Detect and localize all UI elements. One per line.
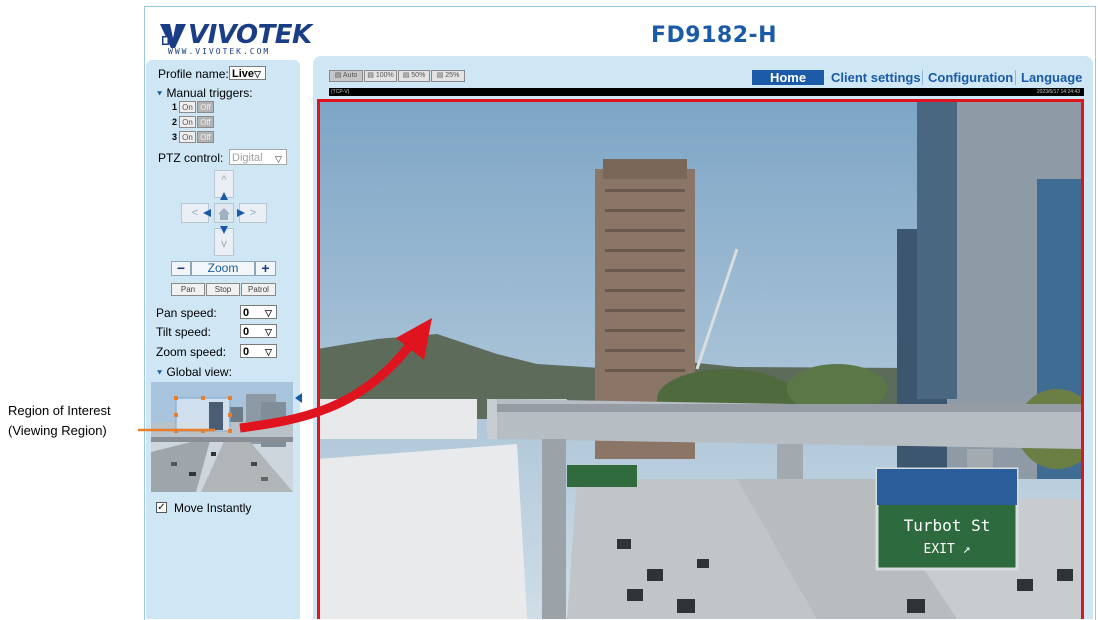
collapse-arrow-icon: ⯆: [156, 368, 164, 378]
pan-button[interactable]: Pan: [171, 283, 205, 296]
patrol-button[interactable]: Patrol: [241, 283, 276, 296]
pan-speed-select[interactable]: 0 ▽: [240, 305, 277, 319]
control-sidebar: [146, 60, 300, 619]
home-position-button[interactable]: [214, 203, 234, 223]
global-view-toggle[interactable]: ⯆ Global view:: [156, 365, 232, 379]
annotation-line-2: (Viewing Region): [8, 423, 107, 438]
camera-model-title: FD9182-H: [651, 23, 778, 48]
view-size-auto-tab[interactable]: ▤ Auto: [329, 70, 363, 82]
tilt-down-button[interactable]: v: [214, 228, 234, 256]
timestamp: 2023/6/17 14:24:43: [1036, 89, 1080, 95]
trigger-1-off-button[interactable]: Off: [197, 101, 214, 113]
tilt-speed-value: 0: [243, 326, 250, 338]
nav-separator: [922, 70, 923, 85]
film-icon: ▤: [436, 72, 444, 79]
road-sign-exit: EXIT ↗: [924, 542, 971, 557]
pan-speed-label: Pan speed:: [156, 306, 217, 320]
chevron-down-icon: ▽: [265, 347, 272, 357]
view-size-label: 100%: [375, 72, 394, 79]
manual-triggers-toggle[interactable]: ⯆ Manual triggers:: [156, 86, 253, 100]
logo-subtext: WWW.VIVOTEK.COM: [168, 47, 271, 56]
tilt-up-button[interactable]: ^: [214, 170, 234, 198]
pan-left-button[interactable]: <: [181, 203, 209, 223]
global-view-label: Global view:: [166, 365, 232, 379]
chevron-down-icon: ▽: [265, 308, 272, 318]
zoom-out-button[interactable]: −: [171, 261, 191, 276]
view-size-label: 25%: [445, 72, 460, 79]
tilt-speed-label: Tilt speed:: [156, 325, 211, 339]
zoom-in-button[interactable]: +: [255, 261, 276, 276]
road-sign-text: Turbot St: [904, 516, 991, 535]
pan-right-button[interactable]: >: [239, 203, 267, 223]
trigger-number: 2: [172, 117, 178, 127]
logo-text: VIVOTEK: [188, 20, 312, 50]
film-icon: ▤: [334, 72, 342, 79]
stream-protocol: (TCP-V): [331, 89, 350, 95]
film-icon: ▤: [367, 72, 374, 79]
live-video-image: Turbot St EXIT ↗: [320, 102, 1081, 619]
collapse-arrow-icon: ⯆: [156, 89, 164, 99]
trigger-3-off-button[interactable]: Off: [197, 131, 214, 143]
roi-annotation: Region of Interest (Viewing Region): [8, 401, 111, 441]
logo-mark-icon: [160, 24, 186, 48]
view-size-label: Auto: [342, 72, 358, 79]
profile-select[interactable]: Live ▽: [229, 66, 266, 80]
move-instantly-checkbox[interactable]: ✓: [156, 502, 167, 513]
zoom-label: Zoom: [191, 261, 255, 276]
global-view-thumbnail[interactable]: [151, 382, 293, 492]
ptz-control-label: PTZ control:: [158, 151, 224, 165]
chevron-down-icon: ▽: [275, 154, 282, 164]
trigger-number: 1: [172, 102, 178, 112]
view-size-25-tab[interactable]: ▤ 25%: [431, 70, 465, 82]
chevron-down-icon: ▽: [265, 327, 272, 337]
pan-speed-value: 0: [243, 307, 250, 319]
view-size-label: 50%: [411, 72, 426, 79]
stop-button[interactable]: Stop: [206, 283, 240, 296]
trigger-3-on-button[interactable]: On: [179, 131, 196, 143]
nav-language[interactable]: Language: [1021, 70, 1082, 85]
panel-collapse-icon[interactable]: [295, 393, 303, 403]
nav-separator: [1015, 70, 1016, 85]
video-status-bar: (TCP-V) 2023/6/17 14:24:43: [329, 88, 1084, 96]
annotation-line-1: Region of Interest: [8, 403, 111, 418]
zoom-control: − Zoom +: [171, 261, 276, 276]
roi-selection-box[interactable]: [151, 382, 293, 492]
trigger-2-on-button[interactable]: On: [179, 116, 196, 128]
ptz-control-select[interactable]: Digital ▽: [229, 149, 287, 165]
tilt-speed-select[interactable]: 0 ▽: [240, 324, 277, 338]
zoom-speed-value: 0: [243, 346, 250, 358]
profile-label: Profile name:: [158, 67, 229, 81]
manual-triggers-label: Manual triggers:: [166, 86, 253, 100]
nav-home[interactable]: Home: [752, 70, 824, 85]
film-icon: ▤: [402, 72, 410, 79]
live-video-view[interactable]: Turbot St EXIT ↗: [317, 99, 1084, 619]
trigger-1-on-button[interactable]: On: [179, 101, 196, 113]
ptz-control-value: Digital: [232, 152, 263, 164]
vivotek-logo: VIVOTEK WWW.VIVOTEK.COM: [158, 20, 312, 56]
move-instantly-label: Move Instantly: [174, 501, 252, 515]
ptz-direction-pad: ^ v < >: [181, 170, 267, 256]
nav-configuration[interactable]: Configuration: [928, 70, 1013, 85]
chevron-down-icon: ▽: [254, 69, 261, 79]
home-icon: [218, 208, 230, 220]
trigger-2-off-button[interactable]: Off: [197, 116, 214, 128]
zoom-speed-select[interactable]: 0 ▽: [240, 344, 277, 358]
nav-client-settings[interactable]: Client settings: [831, 70, 921, 85]
trigger-number: 3: [172, 132, 178, 142]
view-size-50-tab[interactable]: ▤ 50%: [398, 70, 430, 82]
view-size-100-tab[interactable]: ▤ 100%: [364, 70, 397, 82]
zoom-speed-label: Zoom speed:: [156, 345, 227, 359]
